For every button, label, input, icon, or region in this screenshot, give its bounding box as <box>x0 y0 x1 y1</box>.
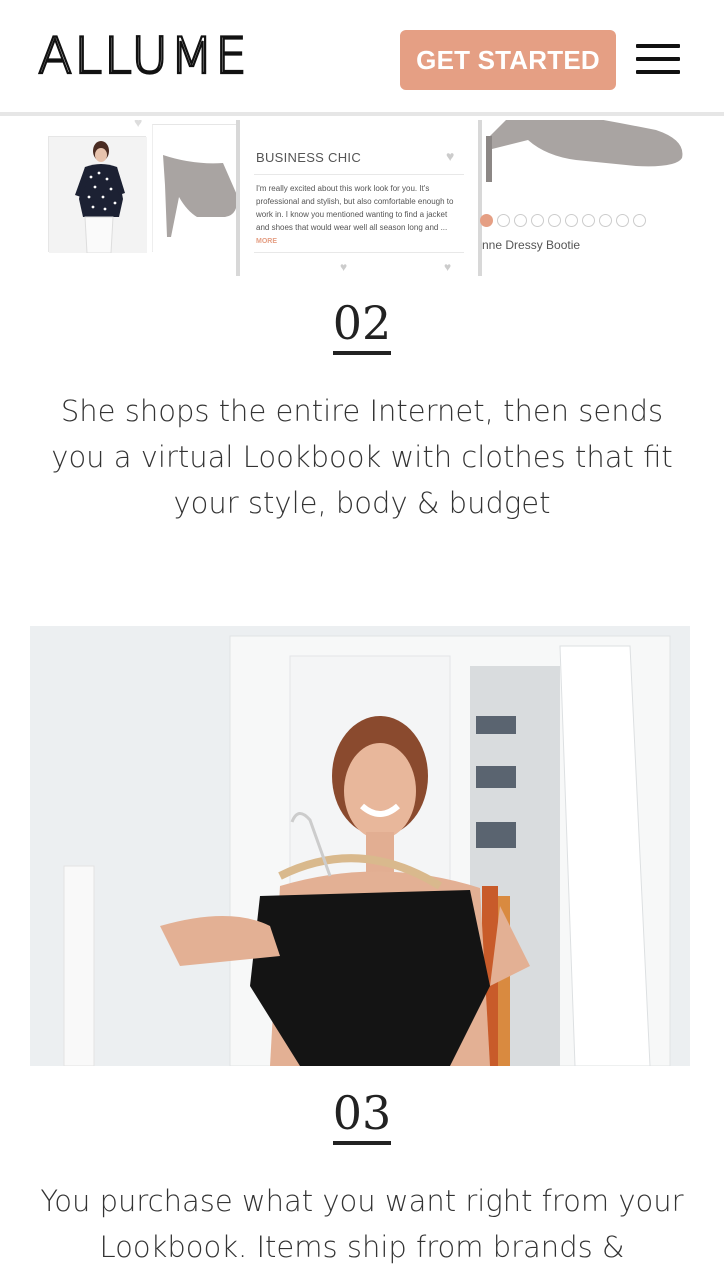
logo[interactable]: ALLUME <box>37 27 249 85</box>
divider <box>254 252 464 253</box>
divider <box>254 174 464 175</box>
lookbook-card-text: I'm really excited about this work look … <box>256 184 454 232</box>
heart-icon[interactable]: ♥ <box>446 148 454 164</box>
carousel-dot[interactable] <box>531 214 544 227</box>
step-description: You purchase what you want right from yo… <box>40 1184 684 1264</box>
product-image-bootie <box>486 120 706 190</box>
product-name: nne Dressy Bootie <box>482 238 581 252</box>
carousel-dot[interactable] <box>480 214 493 227</box>
carousel-dots <box>480 214 646 227</box>
step-number-02: 02 <box>332 297 392 355</box>
step-number-03: 03 <box>332 1087 392 1145</box>
carousel-dot[interactable] <box>616 214 629 227</box>
carousel-dot[interactable] <box>514 214 527 227</box>
site-header: ALLUME GET STARTED <box>0 0 724 116</box>
heart-icon[interactable]: ♥ <box>444 260 451 274</box>
heart-icon: ♥ <box>134 120 143 130</box>
product-thumbnail-blouse <box>48 136 147 254</box>
product-thumbnail-bootie <box>152 124 239 253</box>
get-started-button[interactable]: GET STARTED <box>400 30 616 90</box>
lookbook-mockup: ♥ BUSINESS CHIC ♥ I'm really excited abo… <box>0 120 724 276</box>
heart-icon[interactable]: ♥ <box>340 260 347 274</box>
carousel-dot[interactable] <box>565 214 578 227</box>
woman-with-dress-photo <box>30 626 690 1066</box>
step-description: She shops the entire Internet, then send… <box>51 394 673 520</box>
more-link[interactable]: MORE <box>256 238 277 245</box>
carousel-dot[interactable] <box>548 214 561 227</box>
carousel-dot[interactable] <box>633 214 646 227</box>
step-number: 02 <box>0 296 724 355</box>
carousel-dot[interactable] <box>582 214 595 227</box>
carousel-dot[interactable] <box>599 214 612 227</box>
hamburger-icon[interactable] <box>636 44 680 74</box>
carousel-dot[interactable] <box>497 214 510 227</box>
step-number: 03 <box>0 1086 724 1145</box>
lookbook-card-title: BUSINESS CHIC <box>256 150 362 165</box>
